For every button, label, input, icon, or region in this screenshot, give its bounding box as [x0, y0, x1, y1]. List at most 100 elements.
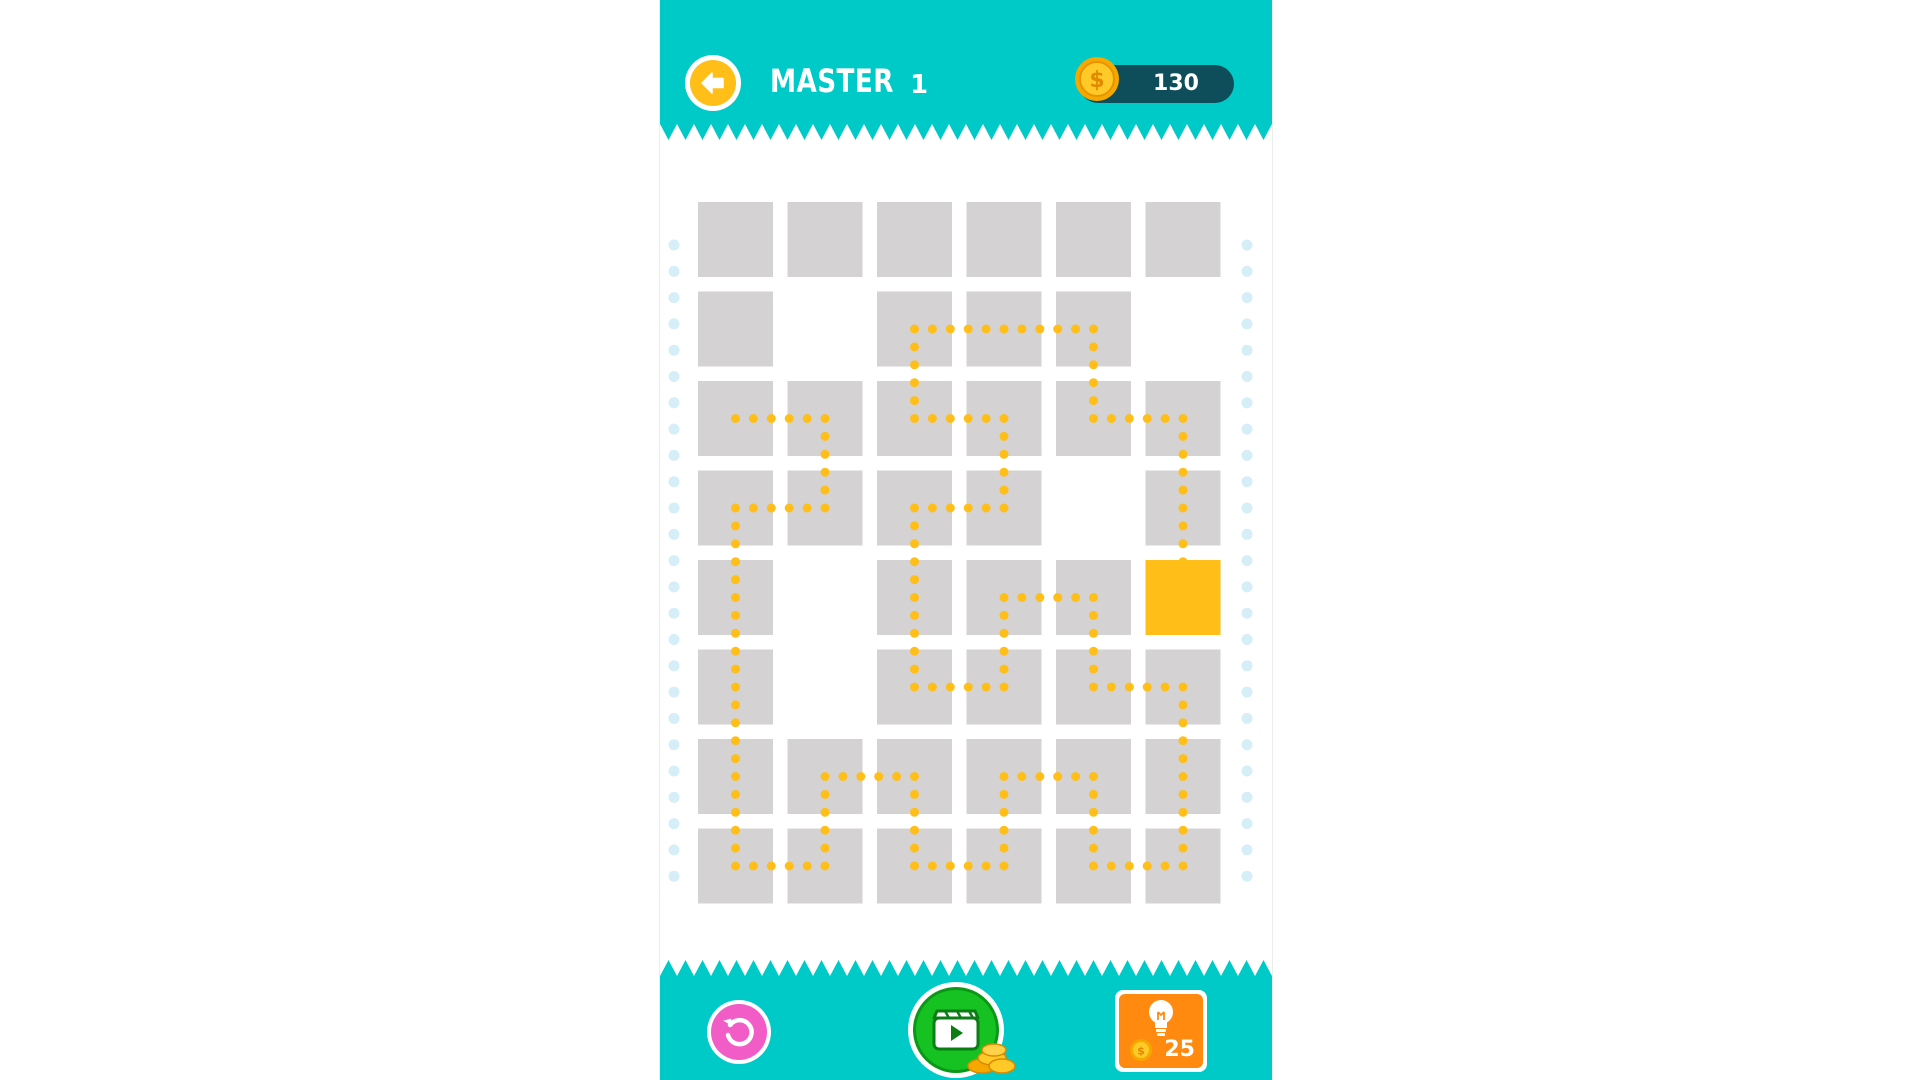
svg-text:$: $ [1089, 68, 1104, 93]
grid-cell[interactable] [698, 381, 773, 456]
grid-cell[interactable] [877, 560, 952, 635]
right-guide-dot [1241, 502, 1253, 514]
grid-cell[interactable] [698, 828, 773, 904]
right-guide-dot [1241, 555, 1253, 567]
grid-cell[interactable] [1056, 649, 1131, 725]
coin-count: 130 [1153, 71, 1199, 96]
right-guide-dot [1241, 371, 1253, 382]
left-guide-dot [668, 423, 680, 435]
left-guide-dot [668, 476, 680, 488]
right-guide-dot [1241, 292, 1253, 304]
right-guide-dot [1241, 818, 1253, 830]
right-guide-dot [1241, 765, 1253, 777]
right-guide-dot [1241, 581, 1253, 593]
right-guide-dot [1241, 397, 1253, 409]
top-zigzag-border [660, 124, 1272, 140]
right-guide-dot [1241, 660, 1253, 672]
grid-cell[interactable] [877, 470, 952, 546]
lightbulb-icon [1149, 1000, 1173, 1036]
arrow-left-icon [701, 72, 724, 94]
right-guide-dot [1241, 607, 1253, 619]
grid-cell[interactable] [1145, 828, 1221, 904]
level-number: 1 [910, 70, 929, 100]
dollar-coin-icon: $ [1075, 57, 1119, 101]
bottom-zigzag-border [660, 960, 1272, 976]
grid-cell[interactable] [966, 739, 1042, 814]
left-guide-dot [668, 712, 680, 724]
grid-cell[interactable] [698, 202, 773, 277]
left-guide-dot [668, 634, 680, 645]
grid-cell[interactable] [1145, 470, 1221, 546]
grid-cell[interactable] [1145, 381, 1221, 456]
left-guide-dot [668, 502, 680, 514]
grid-cell[interactable] [1056, 202, 1131, 277]
grid-cell[interactable] [1145, 739, 1221, 814]
grid-cell[interactable] [1056, 560, 1131, 635]
grid-cell[interactable] [877, 381, 952, 456]
left-guide-dot [668, 318, 680, 330]
grid-cell[interactable] [966, 202, 1042, 277]
left-guide-dot [668, 818, 680, 830]
left-guide-dot [668, 581, 680, 593]
grid-cell[interactable] [787, 739, 863, 814]
grid-cell[interactable] [698, 739, 773, 814]
right-guide-dot [1241, 239, 1253, 251]
grid-cell[interactable] [1056, 828, 1131, 904]
grid-cell[interactable] [787, 381, 863, 456]
grid-cell[interactable] [966, 828, 1042, 904]
active-cell[interactable] [1145, 560, 1221, 635]
restart-button-face [711, 1004, 767, 1060]
back-button[interactable] [685, 55, 741, 111]
grid-cell[interactable] [787, 828, 863, 904]
grid-cell[interactable] [966, 649, 1042, 725]
grid-cell[interactable] [877, 828, 952, 904]
grid-cell[interactable] [1056, 291, 1131, 367]
left-guide-dot [668, 870, 680, 882]
hint-button[interactable]: $ 25 [1115, 990, 1207, 1072]
grid-cell[interactable] [877, 739, 952, 814]
right-guide-dot [1241, 449, 1253, 461]
dollar-coin-icon: $ [1130, 1039, 1152, 1061]
left-guide-dot [668, 371, 680, 382]
grid-cell[interactable] [1056, 381, 1131, 456]
back-button-face [690, 60, 736, 106]
grid-cell[interactable] [966, 381, 1042, 456]
restart-button[interactable] [707, 1000, 771, 1064]
right-guide-dot [1241, 712, 1253, 724]
grid-cell[interactable] [787, 202, 863, 277]
grid-cell[interactable] [877, 291, 952, 367]
grid-cell[interactable] [698, 291, 773, 367]
grid-cell[interactable] [787, 470, 863, 546]
coin-stack-icon [967, 1043, 1016, 1074]
svg-text:$: $ [1137, 1045, 1145, 1058]
right-guide-dot [1241, 423, 1253, 435]
grid-cell[interactable] [966, 470, 1042, 546]
grid-cell[interactable] [877, 649, 952, 725]
left-guide-dot [668, 292, 680, 304]
grid-cell[interactable] [1056, 739, 1131, 814]
grid-cell[interactable] [698, 560, 773, 635]
grid-cell[interactable] [966, 560, 1042, 635]
hint-cost: 25 [1164, 1037, 1195, 1062]
grid-cell[interactable] [698, 470, 773, 546]
puzzle-board [668, 202, 1253, 904]
left-guide-dot [668, 239, 680, 251]
left-guide-dot [668, 765, 680, 777]
left-guide-dot [668, 791, 680, 803]
grid-cell[interactable] [1145, 202, 1221, 277]
right-guide-dot [1241, 344, 1253, 356]
right-guide-dot [1241, 318, 1253, 330]
left-guide-dot [668, 844, 680, 856]
right-guide-dot [1241, 265, 1253, 277]
restart-icon [723, 1017, 754, 1047]
left-guide-dot [668, 607, 680, 619]
left-guide-dot [668, 449, 680, 461]
grid-cell[interactable] [877, 202, 952, 277]
grid-cell[interactable] [1145, 649, 1221, 725]
left-guide-dot [668, 686, 680, 698]
left-guide-dot [668, 528, 680, 540]
left-guide-dot [668, 739, 680, 751]
grid-cell[interactable] [966, 291, 1042, 367]
grid-cell[interactable] [698, 649, 773, 725]
top-bar [660, 0, 1272, 124]
